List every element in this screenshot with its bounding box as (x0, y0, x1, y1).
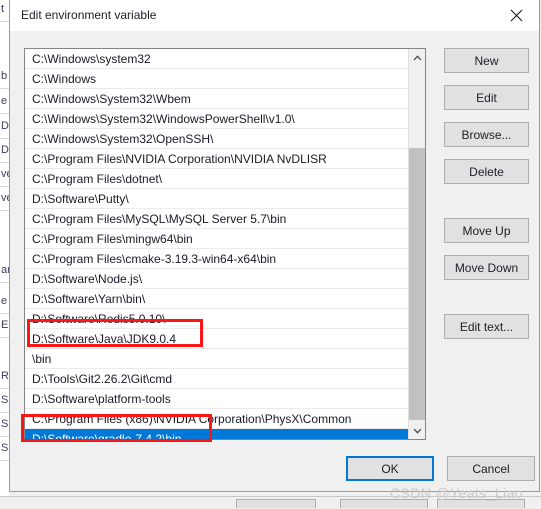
background-text-fragment: ER (1, 319, 9, 331)
path-list-scrollbar[interactable] (408, 49, 425, 439)
background-row-divider (0, 21, 9, 22)
title-bar: Edit environment variable (10, 0, 539, 31)
path-list-item[interactable]: C:\Windows\System32\WindowsPowerShell\v1… (25, 109, 408, 129)
background-row-divider (0, 88, 9, 89)
path-list-item[interactable]: C:\Windows (25, 69, 408, 89)
dialog-body: C:\Windows\system32 C:\Windows C:\Windows\… (10, 31, 539, 490)
background-row-divider (0, 186, 9, 187)
watermark: CSDN @Yeats_Liao (390, 485, 523, 501)
path-list-item[interactable]: C:\Program Files\MySQL\MySQL Server 5.7\… (25, 209, 408, 229)
path-list-item[interactable]: C:\Program Files\mingw64\bin (25, 229, 408, 249)
background-row-divider (0, 210, 9, 211)
path-list-item[interactable]: C:\Windows\System32\OpenSSH\ (25, 129, 408, 149)
edit-text-button[interactable]: Edit text... (444, 314, 529, 339)
background-row-divider (0, 412, 9, 413)
background-text-fragment: e (1, 95, 8, 107)
path-list-item[interactable]: D:\Tools\Git2.26.2\Git\cmd (25, 369, 408, 389)
background-text-fragment: D (1, 144, 9, 156)
edit-button[interactable]: Edit (444, 85, 529, 110)
browse-button[interactable]: Browse... (444, 122, 529, 147)
background-row-divider (0, 113, 9, 114)
path-list-item[interactable]: C:\Program Files\dotnet\ (25, 169, 408, 189)
delete-button[interactable]: Delete (444, 159, 529, 184)
background-row-divider (0, 436, 9, 437)
window-title: Edit environment variable (21, 8, 157, 22)
path-list-item[interactable]: D:\Software\gradle-7.4.2\bin (25, 429, 408, 439)
background-row-divider (0, 337, 9, 338)
background-text-fragment: D (1, 120, 9, 132)
move-up-button[interactable]: Move Up (444, 218, 529, 243)
background-text-fragment: ari (1, 264, 9, 276)
background-text-fragment: SS (1, 394, 9, 406)
background-row-divider (0, 388, 9, 389)
scrollbar-thumb[interactable] (409, 148, 425, 420)
edit-environment-variable-dialog: Edit environment variable C:\Windows\sys… (9, 0, 540, 492)
path-list[interactable]: C:\Windows\system32 C:\Windows C:\Windows\… (24, 48, 426, 440)
ok-button[interactable]: OK (346, 456, 434, 481)
background-row-divider (0, 460, 9, 461)
path-list-item[interactable]: C:\Program Files\NVIDIA Corporation\NVID… (25, 149, 408, 169)
path-list-item[interactable]: C:\Windows\system32 (25, 49, 408, 69)
path-list-item[interactable]: D:\Software\Java\JDK9.0.4 (25, 329, 408, 349)
path-list-item[interactable]: D:\Software\Putty\ (25, 189, 408, 209)
move-down-button[interactable]: Move Down (444, 255, 529, 280)
path-list-item[interactable]: C:\Program Files (x86)\NVIDIA Corporatio… (25, 409, 408, 429)
path-list-item[interactable]: D:\Software\Node.js\ (25, 269, 408, 289)
chevron-down-icon[interactable] (409, 422, 425, 439)
background-text-fragment: SS (1, 442, 9, 454)
path-list-item[interactable]: C:\Program Files\cmake-3.19.3-win64-x64\… (25, 249, 408, 269)
background-text-fragment: e (1, 295, 8, 307)
background-row-divider (0, 138, 9, 139)
path-list-item[interactable]: D:\Software\platform-tools (25, 389, 408, 409)
path-list-rows: C:\Windows\system32 C:\Windows C:\Windows\… (25, 49, 408, 439)
background-text-fragment: t (1, 3, 5, 15)
background-button-1[interactable] (236, 499, 316, 508)
background-row-divider (0, 313, 9, 314)
new-button[interactable]: New (444, 48, 529, 73)
path-list-item[interactable]: C:\Windows\System32\Wbem (25, 89, 408, 109)
chevron-up-icon[interactable] (409, 49, 425, 66)
background-row-divider (0, 282, 9, 283)
path-list-item[interactable]: D:\Software\Redis5.0.10\ (25, 309, 408, 329)
background-text-fragment: SS (1, 418, 9, 430)
cancel-button[interactable]: Cancel (447, 456, 535, 481)
background-text-fragment: b (1, 70, 8, 82)
background-text-fragment: ve (1, 192, 9, 204)
background-text-fragment: RT (1, 370, 9, 382)
background-text-fragment: ve (1, 168, 9, 180)
background-window-left-strip: t b e DDve ve ari e ER RT SS SS SS (0, 0, 9, 508)
path-list-item[interactable]: \bin (25, 349, 408, 369)
close-icon[interactable] (494, 0, 539, 30)
background-row-divider (0, 162, 9, 163)
path-list-item[interactable]: D:\Software\Yarn\bin\ (25, 289, 408, 309)
